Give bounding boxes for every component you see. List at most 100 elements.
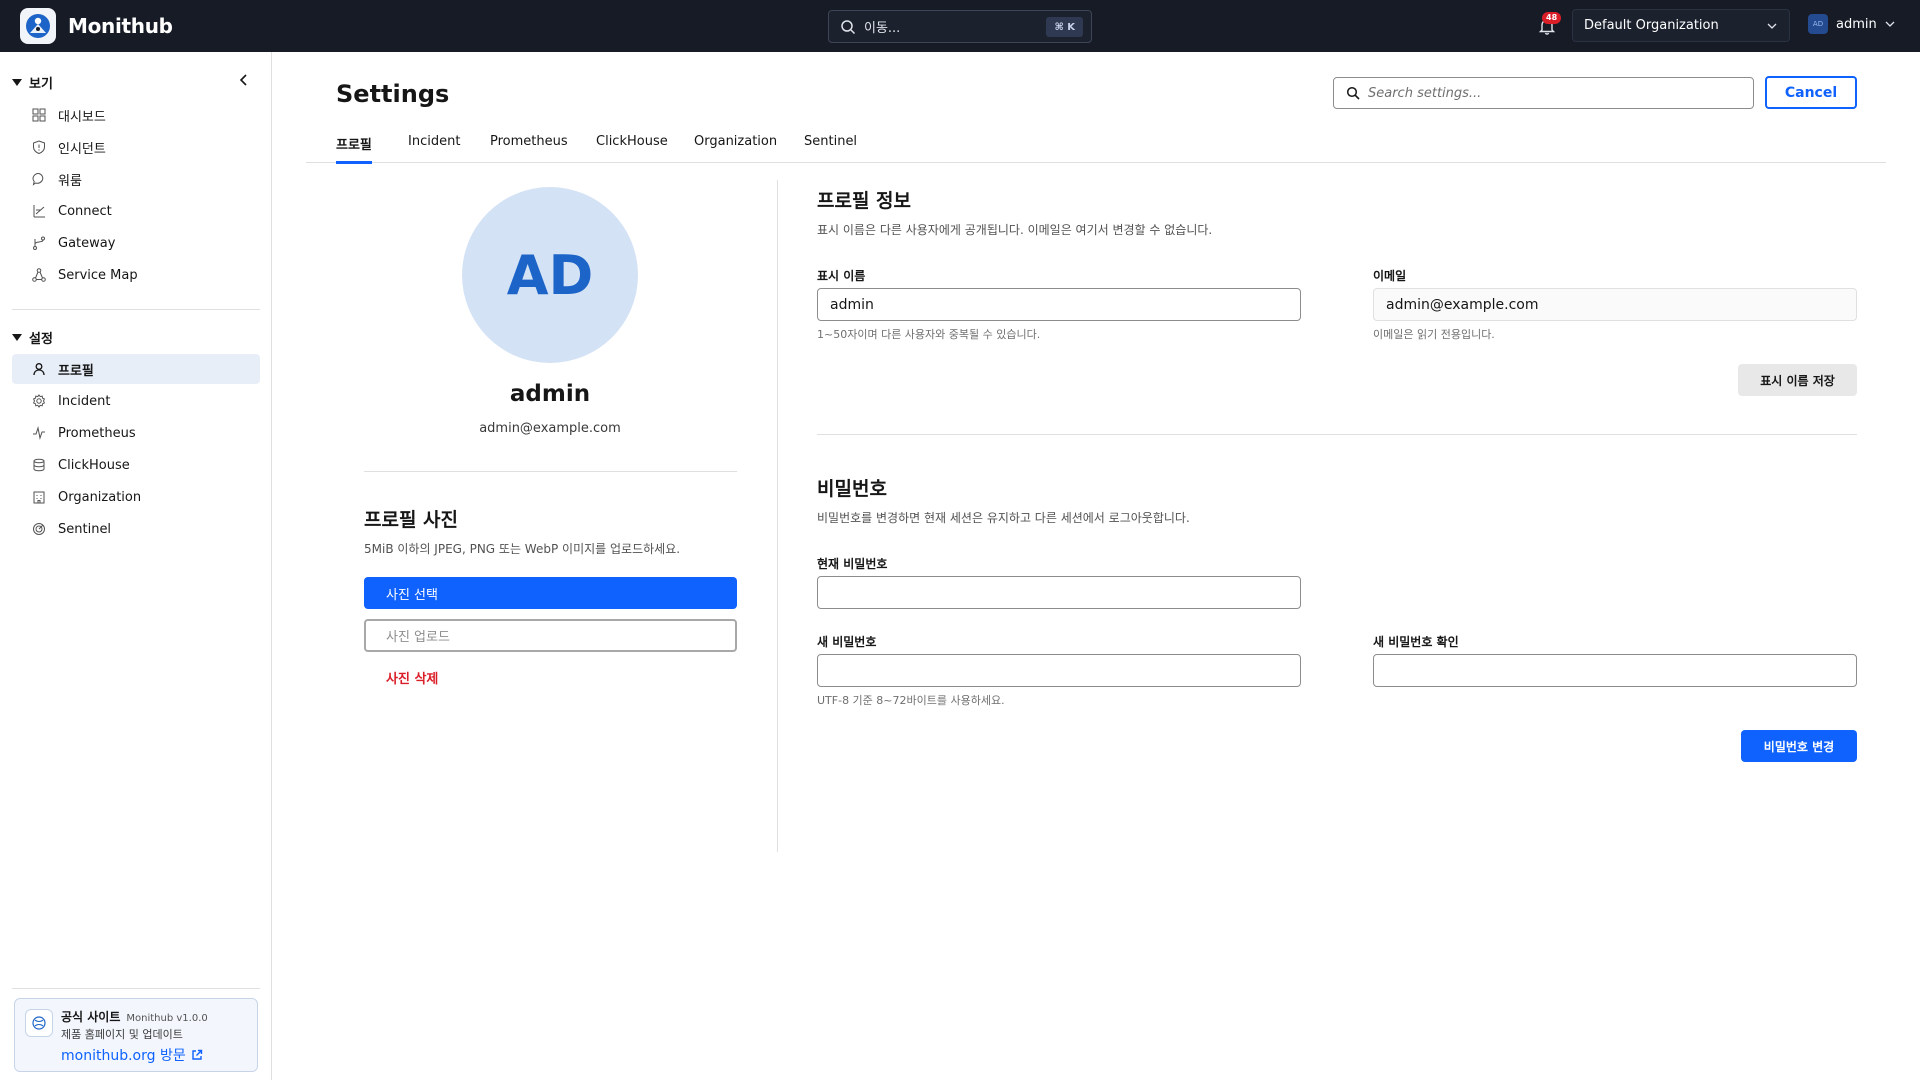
sidebar-item-service-map[interactable]: Service Map [12,260,260,290]
select-photo-button[interactable]: 사진 선택 [364,577,737,609]
sidebar-item-label: Sentinel [58,521,112,537]
tab-prometheus[interactable]: Prometheus [490,134,568,163]
sidebar-divider [12,309,260,310]
sidebar-section-view[interactable]: 보기 [12,73,53,92]
sidebar-item-incidents[interactable]: 인시던트 [12,132,260,162]
sidebar-item-label: Gateway [58,235,116,251]
sidebar-item-label: 인시던트 [58,141,106,157]
search-icon [1346,86,1360,100]
display-name-field[interactable]: admin [817,288,1301,321]
cancel-button[interactable]: Cancel [1765,76,1857,109]
profile-photo-title: 프로필 사진 [364,509,459,531]
profile-avatar: AD [462,187,638,363]
sidebar-item-dashboard[interactable]: 대시보드 [12,100,260,130]
promo-title: 공식 사이트 Monithub v1.0.0 [61,1010,208,1024]
caret-down-icon [12,79,22,86]
monithub-logo-icon [20,8,56,44]
upload-photo-button[interactable]: 사진 업로드 [364,619,737,652]
sidebar-item-organization[interactable]: Organization [12,482,260,512]
confirm-password-label: 새 비밀번호 확인 [1373,635,1459,649]
tab-incident[interactable]: Incident [408,134,460,163]
password-help: UTF-8 기준 8~72바이트를 사용하세요. [817,694,1005,707]
avatar: AD [1808,14,1828,34]
sidebar-item-gateway[interactable]: Gateway [12,228,260,258]
sidebar-item-label: 프로필 [58,363,94,379]
search-icon [841,19,856,34]
sidebar-item-profile[interactable]: 프로필 [12,354,260,384]
sidebar-item-connect[interactable]: Connect [12,196,260,226]
official-site-card[interactable]: 공식 사이트 Monithub v1.0.0 제품 홈페이지 및 업데이트 mon… [14,998,258,1072]
organization-name: Default Organization [1584,18,1719,33]
official-site-link[interactable]: monithub.org 방문 [61,1045,203,1065]
sidebar-item-incident-settings[interactable]: Incident [12,386,260,416]
email-help: 이메일은 읽기 전용입니다. [1373,328,1495,341]
gear-icon [31,393,47,409]
save-display-name-button[interactable]: 표시 이름 저장 [1738,364,1857,396]
email-field: admin@example.com [1373,288,1857,321]
tab-sentinel[interactable]: Sentinel [804,134,857,163]
settings-search[interactable] [1333,77,1754,109]
shortcut-badge: ⌘ K [1046,17,1083,37]
user-name: admin [1836,16,1877,32]
page-title: Settings [336,80,450,108]
user-menu[interactable]: AD admin [1808,14,1895,34]
version-label: Monithub v1.0.0 [126,1013,208,1024]
password-title: 비밀번호 [817,478,887,500]
shield-icon [31,139,47,155]
sidebar-item-label: 워룸 [58,173,82,189]
pulse-icon [31,425,47,441]
external-link-icon [192,1049,202,1060]
profile-photo-description: 5MiB 이하의 JPEG, PNG 또는 WebP 이미지를 업로드하세요. [364,542,681,556]
organization-select[interactable]: Default Organization [1572,9,1790,42]
sidebar-item-prometheus[interactable]: Prometheus [12,418,260,448]
current-password-field[interactable] [817,576,1301,609]
tab-profile[interactable]: 프로필 [336,134,372,164]
chevron-down-icon [1885,21,1895,27]
change-password-button[interactable]: 비밀번호 변경 [1741,730,1857,762]
building-icon [31,489,47,505]
sidebar-item-sentinel[interactable]: Sentinel [12,514,260,544]
profile-name: admin [509,381,591,407]
user-icon [31,361,47,377]
network-icon [31,267,47,283]
notification-badge: 48 [1542,12,1562,24]
collapse-sidebar-icon[interactable] [236,72,252,88]
column-divider [777,180,778,852]
confirm-password-field[interactable] [1373,654,1857,687]
sidebar-item-label: Organization [58,489,142,505]
tab-clickhouse[interactable]: ClickHouse [596,134,668,163]
sidebar-item-label: ClickHouse [58,457,130,473]
sidebar-section-label: 보기 [29,77,53,92]
current-password-label: 현재 비밀번호 [817,557,888,571]
password-description: 비밀번호를 변경하면 현재 세션은 유지하고 다른 세션에서 로그아웃합니다. [817,511,1190,525]
promo-subtitle: 제품 홈페이지 및 업데이트 [61,1028,183,1041]
chevron-down-icon [1767,23,1777,29]
sidebar-section-label: 설정 [29,332,53,347]
new-password-field[interactable] [817,654,1301,687]
chat-bubble-icon [31,171,47,187]
sidebar-item-clickhouse[interactable]: ClickHouse [12,450,260,480]
delete-photo-button[interactable]: 사진 삭제 [386,668,438,687]
sidebar-item-label: Service Map [58,267,138,283]
sidebar-section-settings[interactable]: 설정 [12,328,53,347]
brand[interactable]: Monithub [20,8,173,44]
global-search-label: 이동... [864,21,901,36]
branch-icon [31,235,47,251]
display-name-help: 1~50자이며 다른 사용자와 중복될 수 있습니다. [817,328,1041,341]
settings-tabs: 프로필 Incident Prometheus ClickHouse Organ… [306,122,1886,164]
sidebar-item-label: 대시보드 [58,109,106,125]
sidebar-item-label: Connect [58,203,112,219]
email-label: 이메일 [1373,269,1407,283]
tab-organization[interactable]: Organization [694,134,777,163]
profile-email: admin@example.com [479,421,621,436]
connect-icon [31,203,47,219]
sidebar-item-label: Incident [58,393,111,409]
global-search[interactable]: 이동... ⌘ K [828,10,1092,43]
app-name: Monithub [68,14,173,38]
sidebar-item-warroom[interactable]: 워룸 [12,164,260,194]
database-icon [31,457,47,473]
top-bar: Monithub 이동... ⌘ K 48 Default Organizati… [0,0,1920,52]
settings-search-input[interactable] [1368,85,1728,101]
divider [364,471,737,472]
profile-info-description: 표시 이름은 다른 사용자에게 공개됩니다. 이메일은 여기서 변경할 수 없습… [817,223,1213,237]
